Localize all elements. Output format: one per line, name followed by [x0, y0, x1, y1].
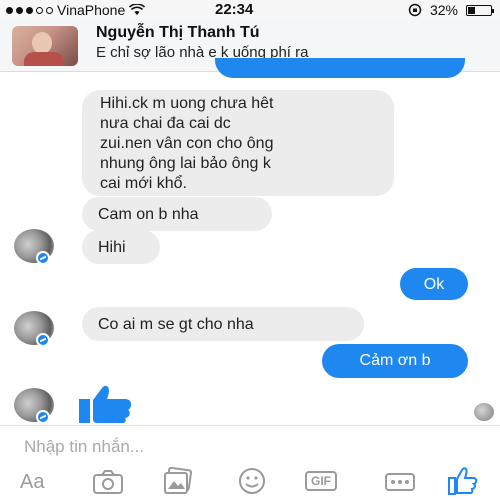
- contact-avatar[interactable]: [12, 26, 78, 66]
- emoji-icon[interactable]: [238, 467, 266, 495]
- status-bar: VinaPhone 22:34 32%: [0, 0, 500, 20]
- signal-strength-icon: [6, 6, 53, 14]
- seen-indicator-avatar: [474, 403, 494, 421]
- carrier-info: VinaPhone: [6, 2, 146, 18]
- composer-toolbar: Aa GIF: [0, 465, 500, 500]
- camera-icon[interactable]: [92, 469, 124, 495]
- message-bubble-incoming[interactable]: Cam on b nha: [82, 197, 272, 231]
- like-send-icon[interactable]: [448, 467, 478, 495]
- like-thumbs-up-icon[interactable]: [78, 384, 134, 424]
- message-input-row[interactable]: Nhập tin nhắn...: [0, 425, 500, 465]
- messenger-badge-icon: [36, 333, 50, 347]
- message-bubble-outgoing[interactable]: Cảm ơn b: [322, 344, 468, 378]
- rotation-lock-icon: [408, 3, 422, 17]
- battery-icon: [466, 4, 494, 16]
- contact-avatar-small[interactable]: [14, 388, 54, 424]
- clock: 22:34: [215, 1, 254, 18]
- message-bubble-incoming[interactable]: Hihi: [82, 230, 160, 264]
- text-format-button[interactable]: Aa: [20, 471, 44, 494]
- contact-name[interactable]: Nguyễn Thị Thanh Tú: [96, 24, 260, 42]
- messenger-badge-icon: [36, 410, 50, 424]
- status-right: 32%: [408, 2, 494, 18]
- message-bubble-outgoing[interactable]: Ok: [400, 268, 468, 300]
- contact-avatar-small[interactable]: [14, 229, 54, 265]
- message-input[interactable]: Nhập tin nhắn...: [24, 437, 144, 457]
- wifi-icon: [129, 4, 146, 15]
- message-bubble-partial[interactable]: [215, 58, 465, 78]
- message-bubble-incoming[interactable]: Co ai m se gt cho nha: [82, 307, 364, 341]
- gallery-icon[interactable]: [162, 467, 194, 495]
- contact-avatar-small[interactable]: [14, 311, 54, 347]
- carrier-name: VinaPhone: [57, 2, 126, 18]
- messenger-badge-icon: [36, 251, 50, 265]
- message-bubble-incoming[interactable]: Hihi.ck m uong chưa hêt nưa chai đa cai …: [82, 90, 394, 196]
- more-options-icon[interactable]: [385, 473, 415, 491]
- gif-button[interactable]: GIF: [305, 471, 337, 491]
- battery-percent: 32%: [429, 2, 458, 18]
